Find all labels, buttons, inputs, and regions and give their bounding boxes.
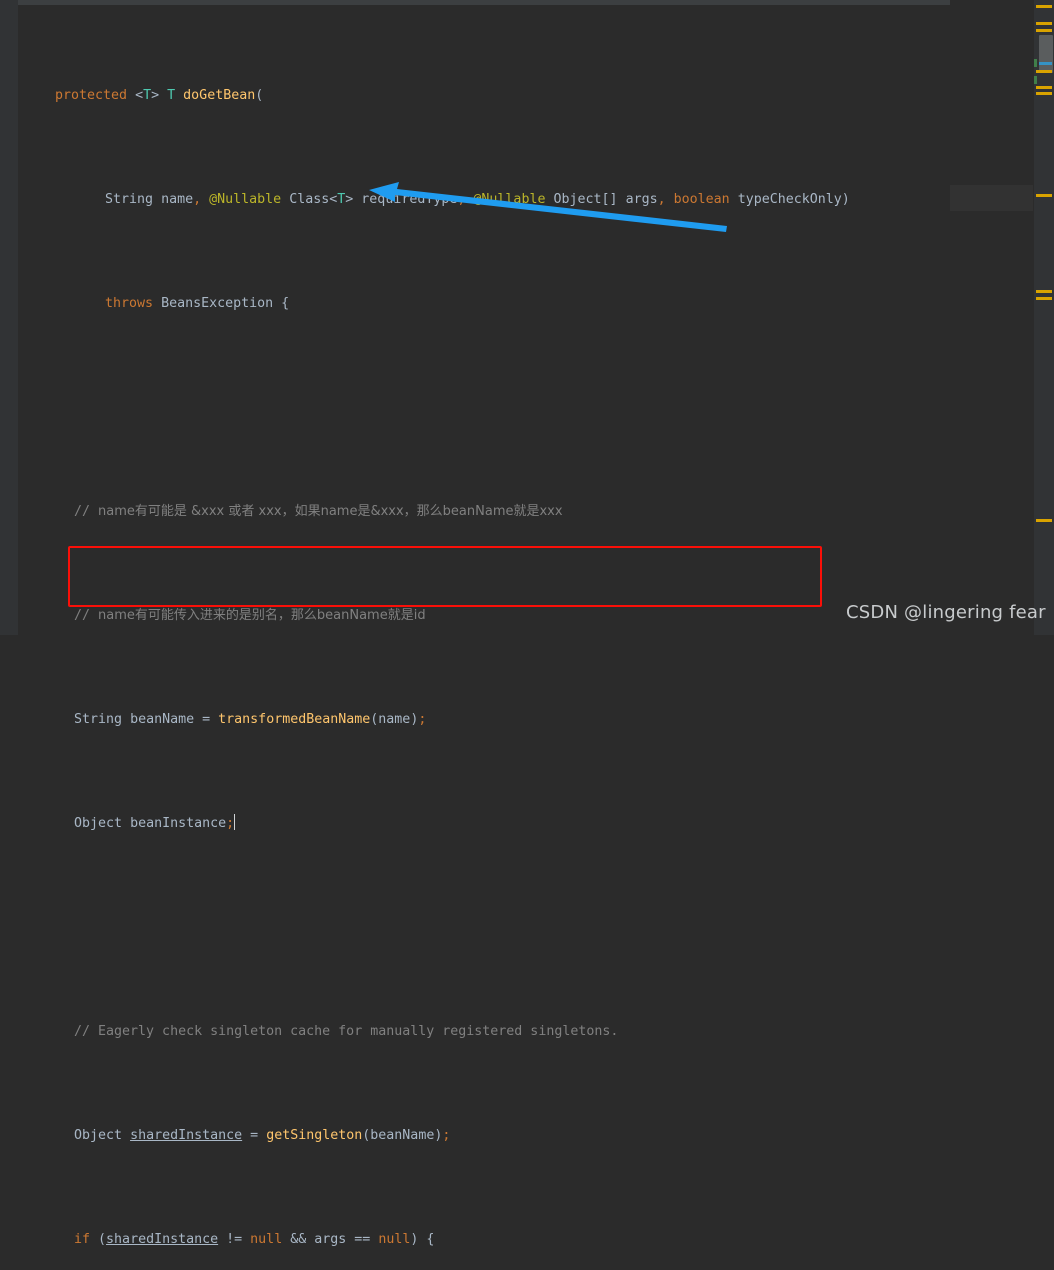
line-number-gutter[interactable] [0,0,18,635]
code-editor[interactable]: protected <T> T doGetBean( String name, … [0,0,1054,1247]
warning-marker[interactable] [1036,194,1052,197]
token-variable-sharedinstance: sharedInstance [130,1128,243,1143]
token-method-name: doGetBean [183,88,256,103]
caret-position-marker[interactable] [1039,62,1052,65]
code-line[interactable]: // name有可能传入进来的是别名，那么beanName就是id [19,603,950,629]
code-line-current[interactable]: Object beanInstance; [19,811,950,837]
warning-marker[interactable] [1036,92,1052,95]
code-line[interactable]: throws BeansException { [19,291,950,317]
warning-marker[interactable] [1036,290,1052,293]
token-comment-cn: name有可能传入进来的是别名，那么beanName就是id [98,608,426,623]
token-annotation: @Nullable [209,192,282,207]
code-line[interactable]: if (sharedInstance != null && args == nu… [19,1227,950,1253]
code-line-blank[interactable] [19,915,950,941]
token-comment: // Eagerly check singleton cache for man… [74,1024,619,1039]
code-line[interactable]: protected <T> T doGetBean( [19,83,950,109]
code-content[interactable]: protected <T> T doGetBean( String name, … [19,5,950,1247]
code-line[interactable]: String beanName = transformedBeanName(na… [19,707,950,733]
token-comment-cn: name有可能是 &xxx 或者 xxx，如果name是&xxx，那么beanN… [98,504,563,519]
scrollbar-thumb[interactable] [1039,35,1053,73]
warning-marker[interactable] [1036,22,1052,25]
code-line[interactable]: Object sharedInstance = getSingleton(bea… [19,1123,950,1149]
token-keyword: protected [55,88,128,103]
code-line[interactable]: String name, @Nullable Class<T> required… [19,187,950,213]
watermark-text: CSDN @lingering fear [846,602,1046,623]
warning-marker[interactable] [1036,519,1052,522]
warning-marker[interactable] [1036,5,1052,8]
warning-marker[interactable] [1036,297,1052,300]
vcs-change-marker[interactable] [1034,76,1037,84]
warning-marker[interactable] [1036,70,1052,73]
code-line[interactable]: // Eagerly check singleton cache for man… [19,1019,950,1045]
code-line-blank[interactable] [19,395,950,421]
vcs-change-marker[interactable] [1034,59,1037,67]
token-method-call: transformedBeanName [218,712,371,727]
editor-right-filler [950,0,1034,635]
code-line[interactable]: // name有可能是 &xxx 或者 xxx，如果name是&xxx，那么be… [19,499,950,525]
warning-marker[interactable] [1036,86,1052,89]
warning-marker[interactable] [1036,29,1052,32]
error-stripe-scrollbar[interactable] [1034,0,1054,635]
text-caret [234,814,236,830]
